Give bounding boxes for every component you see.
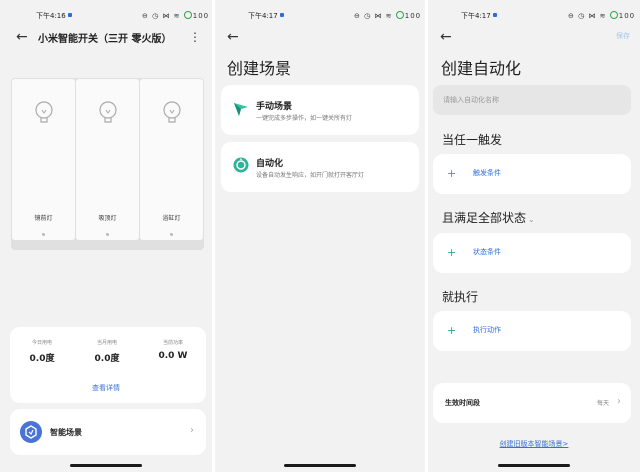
stat-value: 0.0 W	[158, 351, 188, 361]
switch-label: 吸顶灯	[98, 215, 117, 222]
view-details-link[interactable]: 查看详情	[0, 383, 212, 393]
home-indicator[interactable]	[498, 464, 570, 467]
switch-indicator	[106, 233, 109, 236]
page-title: 创建场景	[227, 59, 292, 78]
status-icons: ⊖ ◷ ⋈ ≋	[354, 12, 393, 20]
back-arrow-icon[interactable]: ←	[440, 30, 452, 44]
plus-icon: +	[447, 246, 457, 259]
bulb-icon	[99, 101, 117, 123]
add-condition-label: 状态条件	[473, 248, 501, 256]
stat-month: 当月用电 0.0度	[76, 339, 138, 364]
bulb-icon	[35, 101, 53, 123]
automation-option[interactable]: 自动化 设备自动发生响应，如开门就打开客厅灯	[221, 142, 419, 192]
condition-card[interactable]: + 状态条件	[433, 233, 631, 273]
status-icons: ⊖ ◷ ⋈ ≋	[568, 12, 607, 20]
stat-label: 今日用电	[31, 340, 52, 346]
condition-section-title: 且满足全部状态	[442, 211, 527, 225]
status-icons: ⊖ ◷ ⋈ ≋	[142, 12, 181, 20]
back-arrow-icon[interactable]: ←	[16, 30, 28, 44]
status-time: 下午4:17	[461, 11, 497, 21]
status-time: 下午4:17	[248, 11, 284, 21]
stat-value: 0.0度	[29, 354, 55, 364]
battery-icon	[395, 11, 404, 19]
stat-power: 当前功率 0.0 W	[142, 339, 204, 361]
action-section-title: 就执行	[442, 290, 479, 304]
switch-gang-3[interactable]: 浴缸灯	[140, 79, 203, 240]
switch-panel: 镜前灯 吸顶灯 浴缸灯	[11, 78, 204, 250]
device-screen: 下午4:16 ⊖ ◷ ⋈ ≋ 100 ← 小米智能开关（三开 零火版） ⋮ 镜前…	[0, 0, 212, 472]
status-bar: 下午4:17 ⊖ ◷ ⋈ ≋ 100	[215, 11, 425, 23]
action-card[interactable]: + 执行动作	[433, 311, 631, 351]
bulb-icon	[163, 101, 181, 123]
trigger-card[interactable]: + 触发条件	[433, 154, 631, 194]
option-title: 自动化	[256, 159, 284, 169]
option-title: 手动场景	[256, 102, 293, 112]
home-indicator[interactable]	[284, 464, 356, 467]
option-subtitle: 设备自动发生响应，如开门就打开客厅灯	[256, 172, 365, 179]
create-scene-screen: 下午4:17 ⊖ ◷ ⋈ ≋ 100 ← 创建场景 手动场景 一键完成多步操作，…	[215, 0, 425, 472]
status-time: 下午4:16	[36, 11, 72, 21]
save-button[interactable]: 保存	[616, 31, 630, 41]
option-subtitle: 一键完成多步操作，如一键关所有灯	[256, 115, 353, 122]
stat-label: 当前功率	[162, 340, 183, 346]
status-bar: 下午4:17 ⊖ ◷ ⋈ ≋ 100	[428, 11, 640, 23]
effective-time-value: 每天	[596, 400, 609, 407]
battery-icon	[609, 11, 618, 19]
switch-gang-2[interactable]: 吸顶灯	[76, 79, 139, 240]
switch-indicator	[170, 233, 173, 236]
back-arrow-icon[interactable]: ←	[227, 30, 239, 44]
legacy-scene-link[interactable]: 创建旧版本智能场景>	[428, 439, 640, 449]
automation-name-input[interactable]	[433, 85, 631, 115]
add-trigger-label: 触发条件	[473, 169, 501, 177]
automation-icon	[233, 157, 249, 173]
stat-label: 当月用电	[96, 340, 117, 346]
page-title: 创建自动化	[441, 59, 522, 78]
effective-time-label: 生效时间段	[445, 399, 480, 407]
smart-scene-icon	[20, 421, 42, 443]
battery-level: 100	[618, 12, 636, 20]
status-bar: 下午4:16 ⊖ ◷ ⋈ ≋ 100	[0, 11, 212, 23]
manual-scene-option[interactable]: 手动场景 一键完成多步操作，如一键关所有灯	[221, 85, 419, 135]
battery-level: 100	[192, 12, 210, 20]
home-indicator[interactable]	[70, 464, 142, 467]
battery-icon	[183, 11, 192, 19]
chevron-down-icon[interactable]: ⌄	[528, 215, 535, 224]
smart-scene-card[interactable]: 智能场景 ›	[10, 409, 206, 455]
create-automation-screen: 下午4:17 ⊖ ◷ ⋈ ≋ 100 ← 保存 创建自动化 当任一触发 + 触发…	[428, 0, 640, 472]
manual-scene-icon	[234, 103, 248, 116]
stat-today: 今日用电 0.0度	[11, 339, 73, 364]
chevron-right-icon: ›	[617, 396, 621, 407]
switch-label: 镜前灯	[34, 215, 53, 222]
stat-value: 0.0度	[94, 354, 120, 364]
switch-gang-1[interactable]: 镜前灯	[12, 79, 75, 240]
switch-indicator	[42, 233, 45, 236]
smart-scene-label: 智能场景	[50, 428, 82, 437]
more-menu-icon[interactable]: ⋮	[189, 30, 201, 44]
battery-level: 100	[404, 12, 422, 20]
trigger-section-title: 当任一触发	[442, 133, 503, 147]
effective-time-row[interactable]: 生效时间段 每天 ›	[433, 383, 631, 423]
chevron-right-icon: ›	[190, 425, 194, 436]
switch-label: 浴缸灯	[162, 215, 181, 222]
plus-icon: +	[447, 324, 457, 337]
add-action-label: 执行动作	[473, 326, 501, 334]
page-title: 小米智能开关（三开 零火版）	[38, 34, 172, 45]
plus-icon: +	[447, 167, 457, 180]
